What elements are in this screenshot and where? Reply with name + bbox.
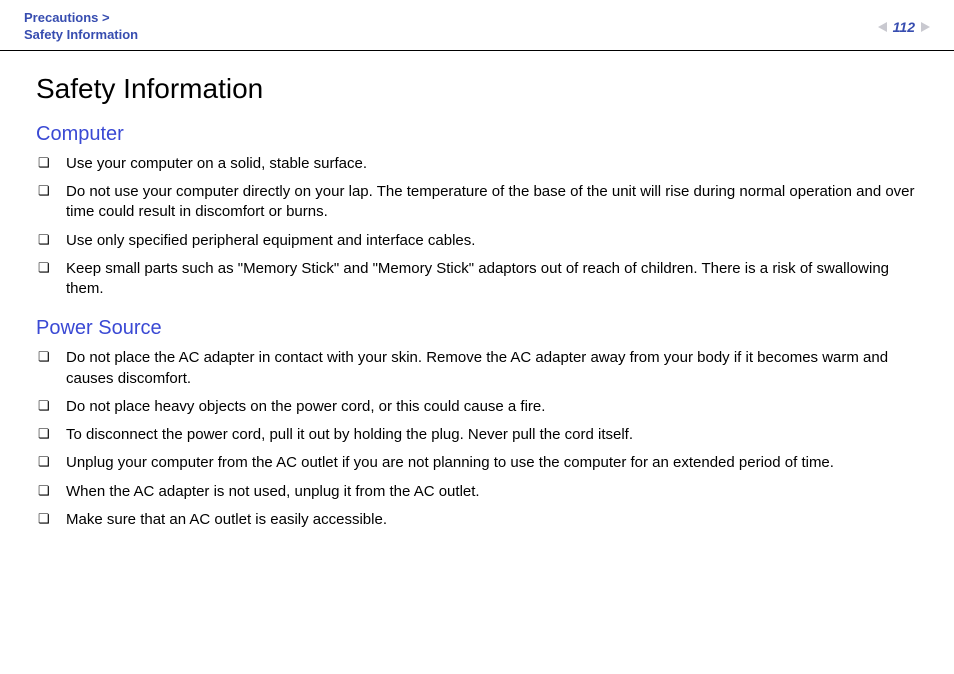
page-content: Safety Information Computer Use your com… — [0, 51, 954, 530]
list-item: Do not place heavy objects on the power … — [36, 397, 918, 417]
page: Precautions > Safety Information 112 Saf… — [0, 0, 954, 674]
list-item: Do not use your computer directly on you… — [36, 182, 918, 223]
list-item: Use only specified peripheral equipment … — [36, 231, 918, 251]
page-header: Precautions > Safety Information 112 — [0, 6, 954, 51]
breadcrumb-line1: Precautions > — [24, 10, 138, 27]
page-title: Safety Information — [36, 73, 918, 105]
section-heading-power-source: Power Source — [36, 317, 918, 340]
list-item: When the AC adapter is not used, unplug … — [36, 482, 918, 502]
list-item: Unplug your computer from the AC outlet … — [36, 453, 918, 473]
page-nav: 112 — [878, 19, 930, 35]
page-number: 112 — [893, 19, 915, 35]
breadcrumb-line2: Safety Information — [24, 27, 138, 44]
computer-list: Use your computer on a solid, stable sur… — [36, 154, 918, 300]
prev-page-icon[interactable] — [878, 22, 887, 32]
list-item: To disconnect the power cord, pull it ou… — [36, 425, 918, 445]
list-item: Make sure that an AC outlet is easily ac… — [36, 510, 918, 530]
power-source-list: Do not place the AC adapter in contact w… — [36, 348, 918, 530]
next-page-icon[interactable] — [921, 22, 930, 32]
breadcrumb: Precautions > Safety Information — [24, 10, 138, 44]
list-item: Use your computer on a solid, stable sur… — [36, 154, 918, 174]
section-heading-computer: Computer — [36, 123, 918, 146]
list-item: Keep small parts such as "Memory Stick" … — [36, 259, 918, 300]
list-item: Do not place the AC adapter in contact w… — [36, 348, 918, 389]
